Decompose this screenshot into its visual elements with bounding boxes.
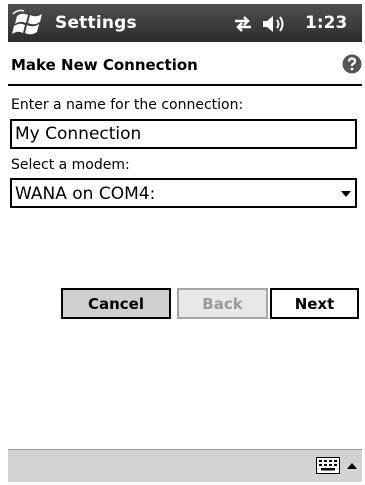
- connection-name-input[interactable]: My Connection: [10, 119, 357, 149]
- input-panel-arrow-icon[interactable]: [347, 462, 357, 469]
- app-title[interactable]: Settings: [55, 13, 137, 33]
- volume-icon[interactable]: [261, 15, 285, 33]
- windows-start-icon[interactable]: [12, 8, 50, 38]
- connection-name-label: Enter a name for the connection:: [11, 97, 244, 113]
- connectivity-icon[interactable]: [233, 15, 253, 33]
- back-button[interactable]: Back: [177, 288, 268, 319]
- modem-select-value: WANA on COM4:: [15, 184, 156, 204]
- next-button[interactable]: Next: [270, 288, 359, 319]
- page-title: Make New Connection: [11, 56, 198, 74]
- help-icon[interactable]: [342, 54, 362, 74]
- cancel-button[interactable]: Cancel: [61, 288, 171, 319]
- status-icons: [233, 13, 285, 35]
- pocket-pc-screen: Settings 1:23 Make New Connection Enter …: [0, 0, 365, 485]
- chevron-down-icon[interactable]: [340, 190, 352, 198]
- page-header: Make New Connection: [8, 43, 362, 86]
- menu-bar: [8, 449, 362, 482]
- modem-select[interactable]: WANA on COM4:: [10, 178, 357, 208]
- clock-time[interactable]: 1:23: [305, 13, 347, 33]
- keyboard-icon[interactable]: [316, 457, 340, 474]
- title-bar: Settings 1:23: [8, 4, 362, 42]
- modem-label: Select a modem:: [11, 157, 130, 173]
